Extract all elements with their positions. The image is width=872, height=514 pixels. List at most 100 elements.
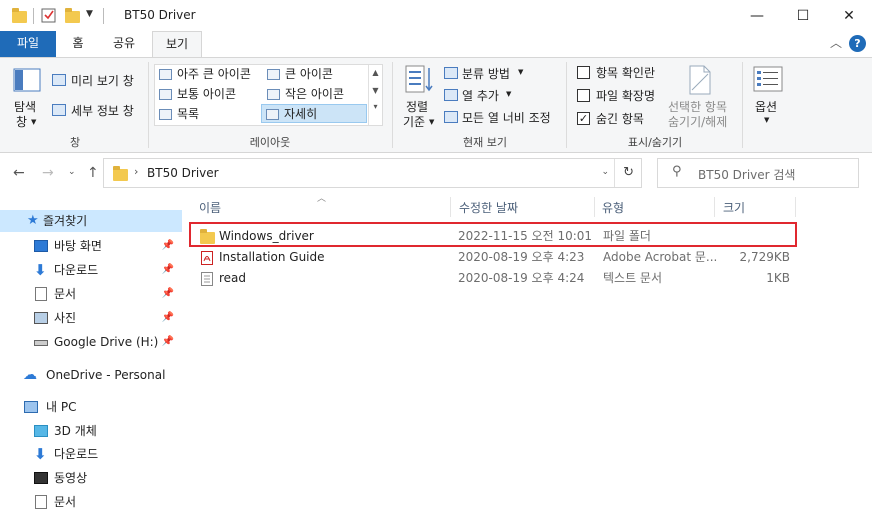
divider [566,62,567,148]
title-bar: ▼ BT50 Driver — ☐ ✕ [0,0,872,31]
nav-onedrive[interactable]: ☁ OneDrive - Personal [0,364,182,386]
list-icon [159,109,172,120]
layout-small-icons[interactable]: 작은 아이콘 [263,85,344,104]
chevron-up-icon[interactable]: ▲ [369,68,382,77]
chevron-down-icon[interactable]: ▼ [369,86,382,95]
nav-3d-objects[interactable]: 3D 개체 [0,420,182,442]
nav-pictures[interactable]: 사진 📌 [0,307,182,329]
layout-list[interactable]: 목록 [155,105,199,124]
fit-columns-button[interactable]: 모든 열 너비 조정 [462,109,551,126]
address-dropdown-icon[interactable]: ⌄ [601,167,609,177]
layout-item-label: 큰 아이콘 [285,67,333,81]
tab-home[interactable]: 홈 [60,31,96,57]
group-by-button[interactable]: 분류 방법 [462,65,510,82]
pin-icon[interactable]: 📌 [162,259,174,281]
file-type: Adobe Acrobat 문... [603,250,718,264]
up-arrow-icon[interactable]: ↑ [87,165,99,181]
nav-pc-documents[interactable]: 문서 [0,491,182,513]
layout-large-icons[interactable]: 큰 아이콘 [263,65,333,84]
layout-item-label: 자세히 [284,107,318,121]
tab-file[interactable]: 파일 [0,31,56,57]
column-header-modified[interactable]: 수정한 날짜 [459,199,518,216]
collapse-ribbon-icon[interactable]: ︿ [830,34,842,51]
nav-documents[interactable]: 문서 📌 [0,283,182,305]
layout-extra-large-icons[interactable]: 아주 큰 아이콘 [155,65,251,84]
pin-icon[interactable]: 📌 [162,235,174,257]
refresh-icon[interactable]: ↻ [623,165,634,180]
divider[interactable] [795,197,796,217]
divider [148,62,149,148]
layout-item-label: 목록 [177,107,200,121]
new-folder-icon[interactable] [65,8,80,23]
breadcrumb-separator-icon[interactable]: › [134,165,138,178]
file-extensions-checkbox[interactable] [577,89,590,102]
cube-icon [34,425,48,437]
back-arrow-icon[interactable]: ← [13,165,25,181]
sort-ascending-icon: ︿ [317,194,327,204]
document-icon [35,287,47,301]
customize-toolbar-icon[interactable]: ▼ [86,9,93,27]
tab-view[interactable]: 보기 [152,31,202,58]
column-header-size[interactable]: 크기 [723,199,745,216]
large-icons-icon [267,69,280,80]
properties-icon[interactable] [41,7,57,25]
nav-desktop[interactable]: 바탕 화면 📌 [0,235,182,257]
tab-share[interactable]: 공유 [100,31,148,57]
options-button[interactable]: 옵션 [755,98,777,115]
hidden-items-checkbox[interactable]: ✓ [577,112,590,125]
details-pane-button[interactable]: 세부 정보 창 [71,102,134,119]
pin-icon[interactable]: 📌 [162,283,174,305]
pin-icon[interactable]: 📌 [162,331,174,353]
divider[interactable] [450,197,451,217]
file-name: Installation Guide [219,250,325,264]
nav-videos[interactable]: 동영상 [0,467,182,489]
search-input[interactable]: BT50 Driver 검색 [698,166,795,183]
file-modified: 2020-08-19 오후 4:23 [458,250,585,264]
search-icon: ⚲ [672,164,682,179]
table-row[interactable]: Installation Guide 2020-08-19 오후 4:23 Ad… [190,247,800,268]
nav-downloads[interactable]: ⬇ 다운로드 📌 [0,259,182,281]
item-checkboxes-checkbox[interactable] [577,66,590,79]
document-icon [35,495,47,509]
column-header-name[interactable]: 이름 [199,199,221,216]
nav-pc-downloads[interactable]: ⬇ 다운로드 [0,443,182,465]
pin-icon[interactable]: 📌 [162,307,174,329]
gallery-scroll[interactable]: ▲ ▼ ▾ [368,65,382,125]
star-icon: ★ [27,213,39,228]
navigation-pane: ★ 즐겨찾기 바탕 화면 📌 ⬇ 다운로드 📌 문서 📌 사진 📌 Google… [0,193,182,514]
nav-item-label: 동영상 [54,471,88,485]
column-header-type[interactable]: 유형 [602,199,624,216]
nav-this-pc[interactable]: 내 PC [0,396,182,418]
more-icon[interactable]: ▾ [369,102,382,111]
maximize-button[interactable]: ☐ [780,0,826,31]
minimize-button[interactable]: — [734,0,780,31]
folder-icon [12,8,27,23]
preview-pane-button[interactable]: 미리 보기 창 [71,72,134,89]
navigation-pane-label: 창 [16,115,28,129]
add-column-button[interactable]: 열 추가 [462,87,499,104]
layout-details[interactable]: 자세히 [261,104,367,123]
cloud-icon: ☁ [23,367,37,383]
extra-large-icons-icon [159,69,172,80]
divider [392,62,393,148]
address-row: ← → ⌄ ↑ › BT50 Driver ⌄ ↻ ⚲ BT50 Driver … [0,153,872,193]
help-icon[interactable]: ? [849,35,866,52]
layout-medium-icons[interactable]: 보통 아이콘 [155,85,236,104]
search-box[interactable]: ⚲ BT50 Driver 검색 [657,158,859,188]
divider[interactable] [594,197,595,217]
nav-google-drive[interactable]: Google Drive (H:) 📌 [0,331,182,353]
forward-arrow-icon[interactable]: → [42,165,54,181]
recent-locations-icon[interactable]: ⌄ [68,167,76,177]
highlight-annotation [189,222,797,247]
close-button[interactable]: ✕ [826,0,872,31]
layout-item-label: 작은 아이콘 [285,87,345,101]
hide-selected-icon [686,64,714,99]
fit-columns-icon [444,111,458,123]
pdf-icon [201,251,213,265]
group-label-current-view: 현재 보기 [463,136,507,149]
divider[interactable] [714,197,715,217]
address-bar[interactable]: › BT50 Driver ⌄ ↻ [103,158,642,188]
nav-quick-access[interactable]: ★ 즐겨찾기 [0,210,182,232]
breadcrumb[interactable]: BT50 Driver [147,166,219,180]
table-row[interactable]: read 2020-08-19 오후 4:24 텍스트 문서 1KB [190,268,800,289]
